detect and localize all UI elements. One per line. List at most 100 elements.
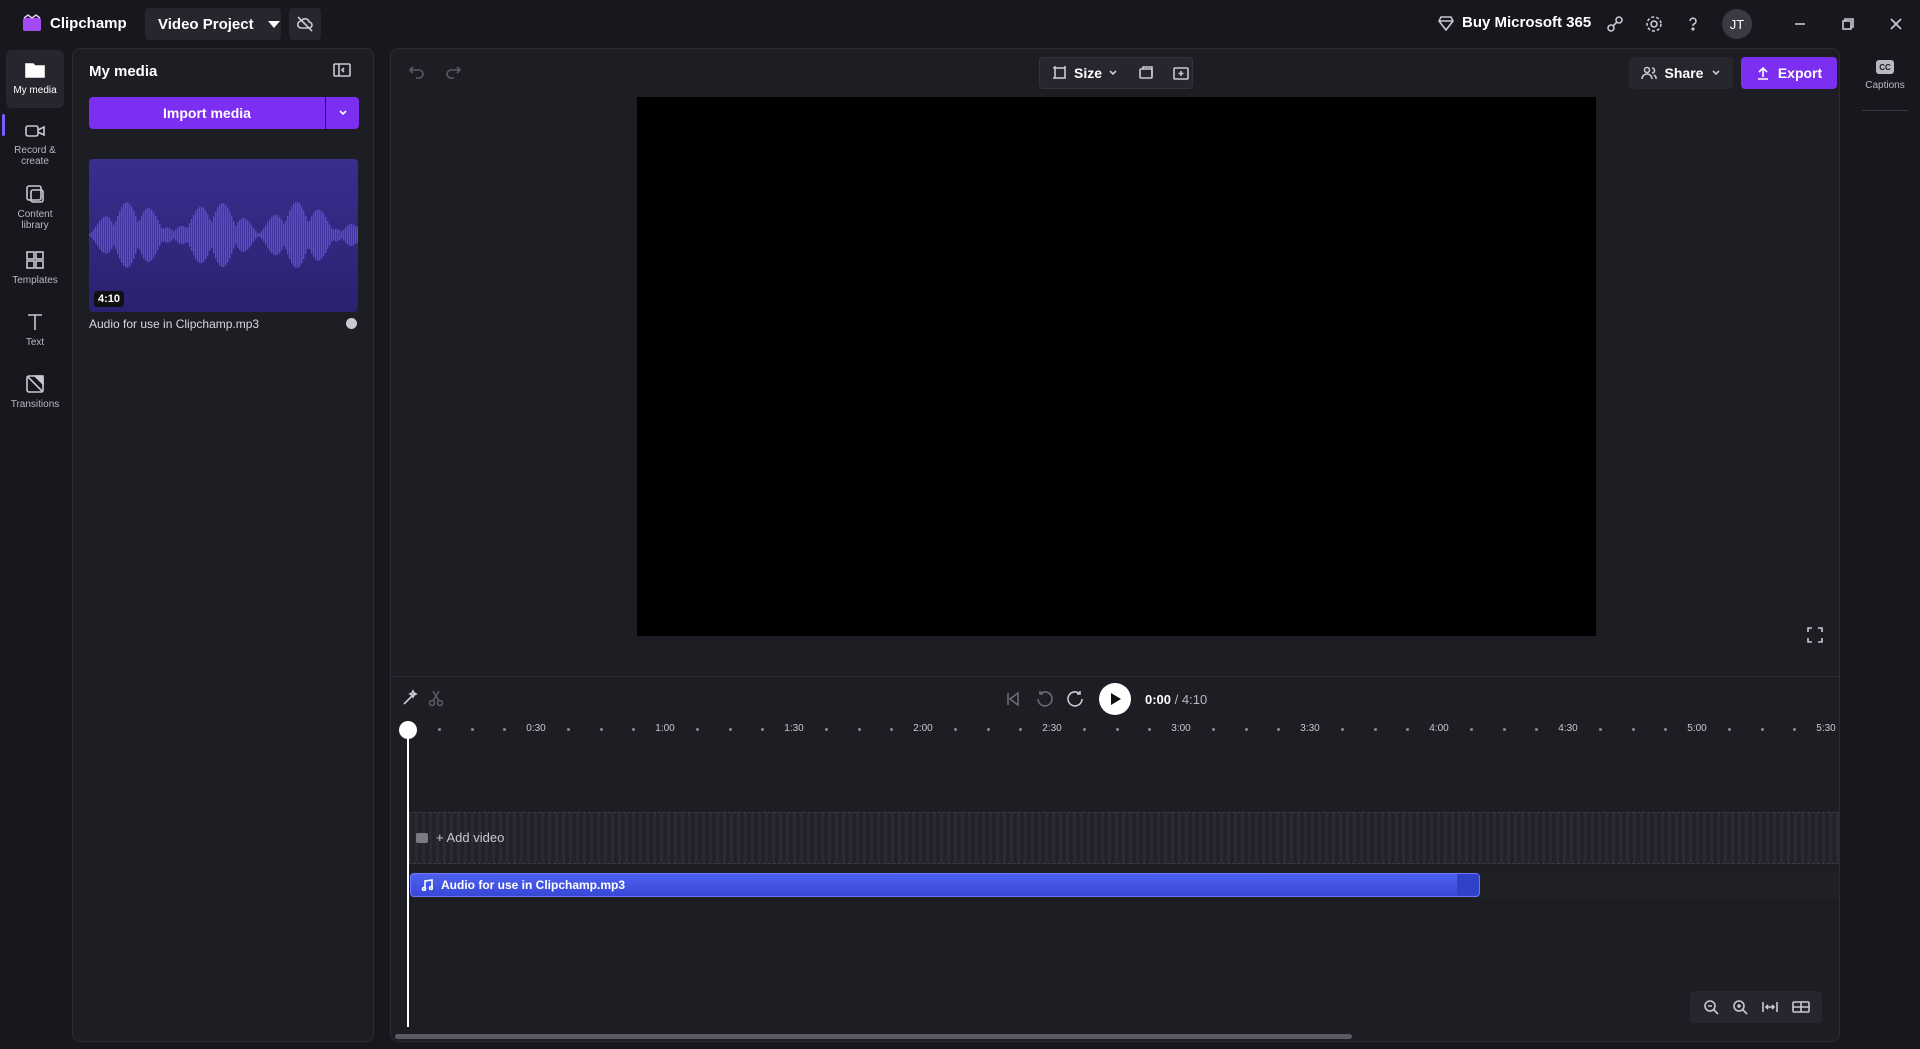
active-indicator	[2, 114, 5, 136]
buy-microsoft-365-button[interactable]: Buy Microsoft 365	[1438, 14, 1591, 31]
panel-title: My media	[89, 63, 158, 80]
ruler-tick-dot	[1534, 728, 1538, 731]
rewind-5-seconds-icon[interactable]	[1035, 690, 1053, 708]
nav-templates[interactable]: Templates	[6, 240, 64, 298]
clipchamp-logo-icon	[22, 14, 42, 32]
app-name: Clipchamp	[50, 15, 127, 32]
nav-my-media[interactable]: My media	[6, 50, 64, 108]
ruler-tick-dot	[438, 728, 442, 731]
ruler-tick-dot	[631, 728, 635, 731]
ruler-tick-dot	[1470, 728, 1474, 731]
timeline-view-icon[interactable]	[1791, 999, 1810, 1015]
video-preview-canvas[interactable]	[637, 97, 1596, 636]
share-button[interactable]: Share	[1629, 57, 1733, 89]
ruler-tick-dot	[1212, 728, 1216, 731]
camera-icon	[24, 122, 46, 140]
import-media-button[interactable]: Import media	[89, 97, 325, 129]
ruler-tick-label: 1:30	[784, 723, 804, 734]
play-button[interactable]	[1099, 683, 1131, 715]
upload-icon	[1756, 66, 1770, 80]
ruler-tick-dot	[1792, 728, 1796, 731]
media-panel: My media Import media 4:10 Audio for use…	[72, 48, 374, 1042]
project-name-dropdown[interactable]: Video Project	[145, 8, 281, 40]
export-label: Export	[1777, 65, 1823, 81]
close-icon[interactable]	[1886, 14, 1906, 34]
ruler-tick-dot	[857, 728, 861, 731]
nav-text[interactable]: Text	[6, 302, 64, 360]
captions-tab[interactable]: CC Captions	[1858, 60, 1912, 91]
ruler-tick-dot	[889, 728, 893, 731]
redo-icon[interactable]	[445, 63, 461, 79]
collapse-panel-icon[interactable]	[333, 62, 351, 78]
playhead-handle[interactable]	[399, 721, 417, 739]
zoom-out-icon[interactable]	[1703, 999, 1719, 1015]
resize-icon	[1052, 65, 1068, 81]
ruler-tick-label: 3:30	[1300, 723, 1320, 734]
ruler-tick-dot	[1728, 728, 1732, 731]
ruler-tick-dot	[954, 728, 958, 731]
ruler-tick-dot	[1631, 728, 1635, 731]
connections-icon[interactable]	[1604, 13, 1626, 35]
scissors-icon[interactable]	[427, 689, 445, 707]
user-avatar[interactable]: JT	[1722, 9, 1752, 39]
video-track-drop-zone[interactable]: + Add video	[408, 812, 1839, 864]
clip-trim-handle[interactable]	[1457, 874, 1479, 896]
title-bar: Clipchamp Video Project Buy Microsoft 36…	[0, 0, 1920, 48]
size-dropdown[interactable]: Size	[1074, 65, 1102, 81]
forward-5-seconds-icon[interactable]	[1067, 690, 1085, 708]
playhead[interactable]	[407, 731, 409, 1027]
added-check-icon	[346, 318, 357, 329]
media-thumbnail[interactable]: 4:10	[89, 159, 358, 312]
fit-to-width-icon[interactable]	[1761, 999, 1779, 1015]
ruler-tick-label: 2:00	[913, 723, 933, 734]
ruler-tick-dot	[986, 728, 990, 731]
project-name: Video Project	[158, 15, 254, 33]
cloud-sync-off-button[interactable]	[289, 8, 321, 40]
ruler-tick-dot	[1373, 728, 1377, 731]
cloud-off-icon	[296, 16, 313, 32]
editor-area: Size Share Export 0:00 / 4:10 0:30 1:00 1:	[390, 48, 1840, 1042]
fullscreen-icon[interactable]	[1807, 627, 1823, 643]
timeline-ruler[interactable]: 0:30 1:00 1:30 2:00 2:30 3:00 3:30 4:00 4:30 5:00…	[391, 721, 1839, 737]
ruler-tick-dot	[1244, 728, 1248, 731]
folder-icon	[24, 60, 46, 80]
import-options-dropdown[interactable]	[326, 97, 359, 129]
waveform-icon	[89, 202, 358, 268]
nav-content-library[interactable]: Content library	[6, 174, 64, 232]
audio-clip[interactable]: Audio for use in Clipchamp.mp3	[410, 873, 1480, 897]
ruler-tick-dot	[599, 728, 603, 731]
restore-icon[interactable]	[1838, 14, 1858, 34]
horizontal-scrollbar[interactable]	[395, 1034, 1352, 1039]
ruler-tick-dot	[696, 728, 700, 731]
nav-record-create[interactable]: Record & create	[6, 112, 64, 170]
minimize-icon[interactable]	[1790, 14, 1810, 34]
settings-gear-icon[interactable]	[1643, 13, 1665, 35]
diamond-icon	[1438, 15, 1454, 31]
captions-icon: CC	[1876, 60, 1894, 74]
nav-transitions[interactable]: Transitions	[6, 364, 64, 422]
export-button[interactable]: Export	[1741, 57, 1837, 89]
zoom-in-icon[interactable]	[1732, 999, 1748, 1015]
ruler-tick-dot	[502, 728, 506, 731]
templates-icon	[24, 250, 46, 270]
background-icon[interactable]	[1138, 65, 1154, 81]
ruler-tick-dot	[1502, 728, 1506, 731]
add-overlay-icon[interactable]	[1172, 65, 1190, 81]
nav-label: Text	[25, 337, 45, 348]
preview-toolbar: Size	[1039, 57, 1193, 89]
magic-edit-icon[interactable]	[401, 689, 419, 707]
ruler-tick-label: 3:00	[1171, 723, 1191, 734]
skip-to-start-icon[interactable]	[1005, 691, 1021, 707]
ruler-tick-label: 2:30	[1042, 723, 1062, 734]
media-file-name: Audio for use in Clipchamp.mp3	[89, 317, 260, 331]
current-time: 0:00	[1145, 691, 1172, 707]
help-icon[interactable]	[1682, 13, 1704, 35]
undo-icon[interactable]	[409, 63, 425, 79]
add-video-prompt[interactable]: + Add video	[416, 830, 504, 845]
content-library-icon	[24, 184, 46, 204]
nav-label: Templates	[12, 275, 58, 286]
people-icon	[1640, 66, 1657, 80]
ruler-tick-dot	[1115, 728, 1119, 731]
audio-clip-label: Audio for use in Clipchamp.mp3	[441, 878, 626, 892]
nav-label: My media	[13, 85, 57, 96]
